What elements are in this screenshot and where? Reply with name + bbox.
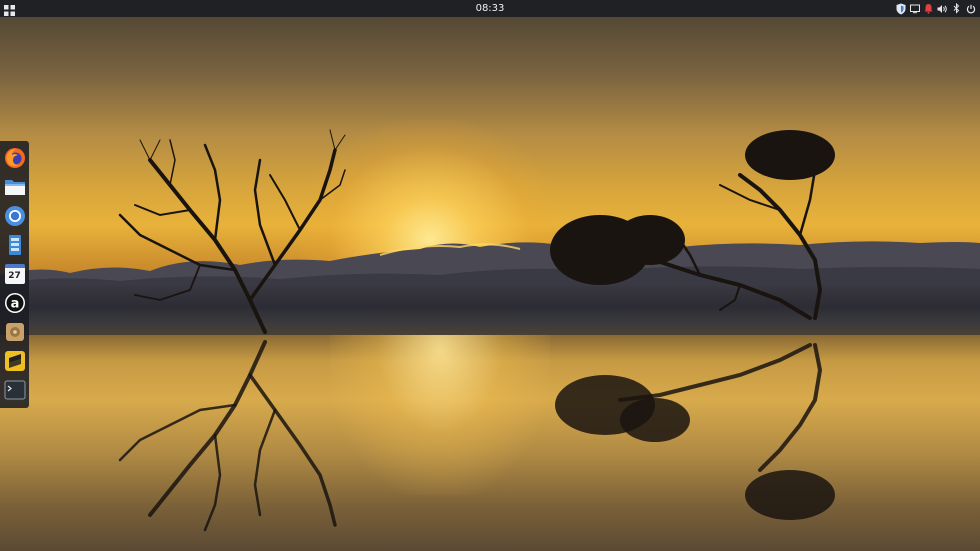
shield-icon[interactable] <box>895 2 906 15</box>
dock-item-archive[interactable] <box>3 233 26 256</box>
chromium-icon <box>4 205 25 226</box>
bluetooth-icon[interactable] <box>951 2 962 15</box>
dock-item-firefox[interactable] <box>3 146 26 169</box>
dock-item-chromium[interactable] <box>3 204 26 227</box>
volume-icon[interactable] <box>937 2 948 15</box>
dock-item-files[interactable] <box>3 175 26 198</box>
dock-item-terminal[interactable] <box>3 378 26 401</box>
clock[interactable]: 08:33 <box>476 3 505 14</box>
notification-icon[interactable] <box>923 2 934 15</box>
system-tray <box>895 1 976 16</box>
grid-icon <box>4 5 15 16</box>
power-icon[interactable] <box>965 2 976 15</box>
desktop-wallpaper <box>0 0 980 551</box>
dock: 27 a <box>0 141 29 408</box>
dock-item-calendar[interactable]: 27 <box>3 262 26 285</box>
archive-icon <box>8 234 21 255</box>
firefox-icon <box>4 147 25 168</box>
calendar-icon: 27 <box>4 263 25 284</box>
dock-item-disks[interactable] <box>3 320 26 343</box>
dock-item-sublime[interactable] <box>3 349 26 372</box>
disk-icon <box>5 322 24 341</box>
folder-icon <box>4 179 25 195</box>
svg-text:a: a <box>10 296 19 311</box>
sublime-icon <box>4 350 25 371</box>
calendar-day-label: 27 <box>8 270 21 281</box>
top-panel: 08:33 <box>0 0 980 17</box>
appcenter-icon: a <box>4 292 25 313</box>
dock-item-appcenter[interactable]: a <box>3 291 26 314</box>
display-icon[interactable] <box>909 2 920 15</box>
applications-menu-button[interactable] <box>3 2 16 16</box>
wallpaper-trees <box>118 129 835 532</box>
terminal-icon <box>4 380 25 399</box>
